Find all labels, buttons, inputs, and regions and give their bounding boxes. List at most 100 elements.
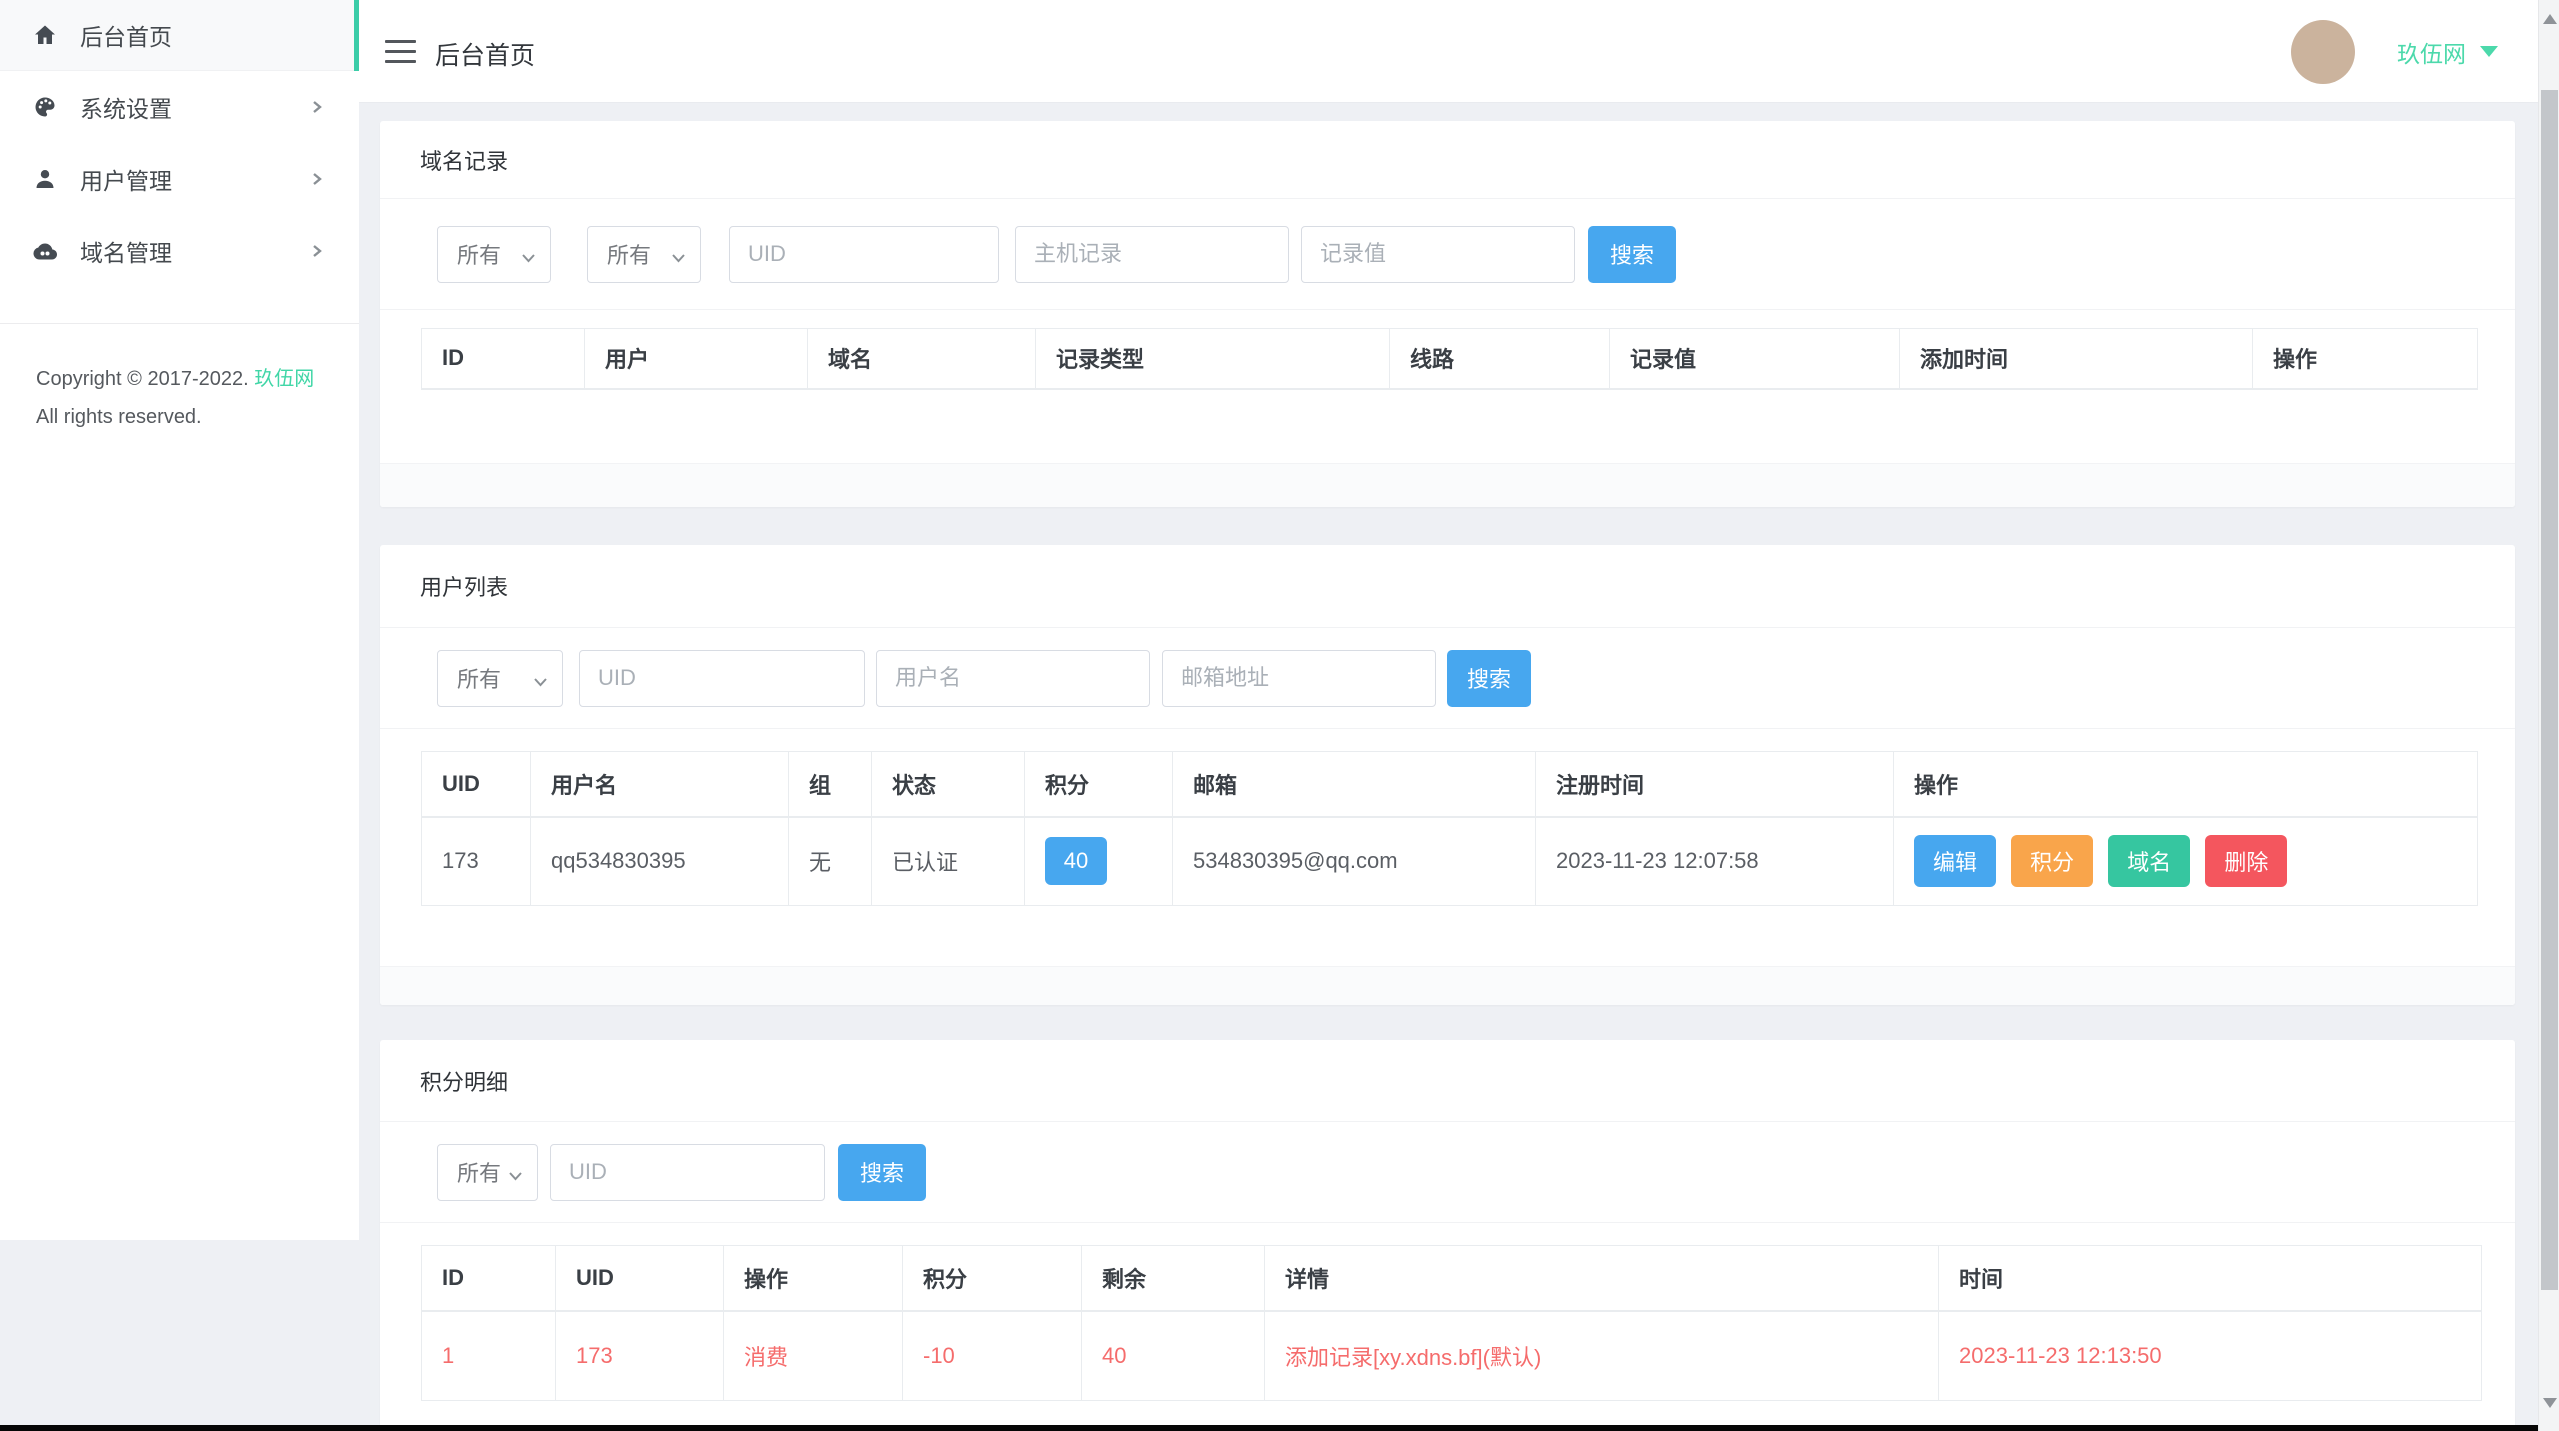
domain-type-select[interactable]: 所有 [437, 225, 551, 283]
uid-input[interactable] [729, 225, 999, 283]
copyright-line2: All rights reserved. [36, 406, 202, 428]
user-list-card: 用户列表 所有 搜索 UID 用户名 组 状态 积分 邮箱 [380, 545, 2515, 1005]
scrollbar-thumb[interactable] [2541, 90, 2558, 1290]
chevron-down-icon [533, 674, 548, 692]
uid-input[interactable] [579, 649, 865, 707]
email-cell: 534830395@qq.com [1172, 816, 1536, 906]
user-list-filter: 所有 搜索 [380, 628, 2515, 729]
host-record-input[interactable] [1015, 225, 1289, 283]
user-list-table: UID 用户名 组 状态 积分 邮箱 注册时间 操作 173 qq5348303… [380, 729, 2515, 906]
chevron-right-icon [310, 172, 324, 186]
sidebar-item-domain-management[interactable]: 域名管理 [0, 215, 359, 287]
card-footer [380, 463, 2515, 507]
sidebar-item-label: 用户管理 [80, 168, 172, 194]
search-button[interactable]: 搜索 [1588, 225, 1676, 283]
points-cell: 40 [1024, 816, 1173, 906]
column-header: 记录类型 [1035, 328, 1390, 390]
table-header-row: UID 用户名 组 状态 积分 邮箱 注册时间 操作 [421, 751, 2478, 818]
record-value-input[interactable] [1301, 225, 1575, 283]
column-header: 邮箱 [1172, 751, 1536, 818]
detail-cell: 添加记录[xy.xdns.bf](默认) [1264, 1310, 1939, 1401]
column-header: 线路 [1389, 328, 1610, 390]
table-header-row: ID 用户 域名 记录类型 线路 记录值 添加时间 操作 [421, 328, 2478, 390]
status-cell: 已认证 [871, 816, 1025, 906]
delete-button[interactable]: 删除 [2205, 835, 2288, 888]
chevron-down-icon [671, 250, 686, 268]
copyright-text: Copyright © 2017-2022. 玖伍网 All rights re… [36, 360, 336, 436]
column-header: 组 [788, 751, 872, 818]
chevron-right-icon [310, 100, 324, 114]
copyright-line1: Copyright © 2017-2022. 玖伍网 [36, 368, 315, 390]
id-cell: 1 [421, 1310, 556, 1401]
column-header: 积分 [1024, 751, 1173, 818]
username-cell: qq534830395 [530, 816, 789, 906]
actions-cell: 编辑 积分 域名 删除 [1893, 816, 2478, 906]
column-header: 详情 [1264, 1245, 1939, 1312]
points-badge[interactable]: 40 [1045, 837, 1107, 886]
domain-line-select[interactable]: 所有 [587, 225, 701, 283]
sidebar-divider [0, 323, 359, 324]
domain-records-filter: 所有 所有 搜索 [380, 199, 2515, 310]
table-row: 173 qq534830395 无 已认证 40 534830395@qq.co… [421, 816, 2478, 906]
table-row: 1 173 消费 -10 40 添加记录[xy.xdns.bf](默认) 202… [421, 1310, 2482, 1401]
email-input[interactable] [1162, 649, 1436, 707]
vertical-scrollbar[interactable] [2538, 0, 2559, 1431]
scroll-up-arrow-icon[interactable] [2543, 14, 2557, 24]
points-button[interactable]: 积分 [2011, 835, 2094, 888]
page-title: 后台首页 [435, 42, 536, 70]
column-header: 记录值 [1609, 328, 1900, 390]
scroll-down-arrow-icon[interactable] [2543, 1398, 2557, 1408]
sidebar-item-system-settings[interactable]: 系统设置 [0, 71, 359, 143]
edit-button[interactable]: 编辑 [1914, 835, 1996, 888]
column-header: ID [421, 1245, 556, 1312]
menu-toggle-icon[interactable] [385, 40, 416, 63]
home-icon [33, 23, 57, 47]
user-group-select[interactable]: 所有 [437, 649, 563, 707]
column-header: 添加时间 [1899, 328, 2253, 390]
brand-link[interactable]: 玖伍网 [254, 368, 314, 390]
card-title: 域名记录 [380, 121, 2515, 199]
column-header: 积分 [902, 1245, 1082, 1312]
domain-records-table: ID 用户 域名 记录类型 线路 记录值 添加时间 操作 [380, 310, 2515, 390]
user-menu[interactable]: 玖伍网 [2291, 0, 2498, 103]
points-type-select[interactable]: 所有 [437, 1143, 538, 1201]
column-header: 操作 [723, 1245, 903, 1312]
card-title: 积分明细 [380, 1040, 2515, 1122]
column-header: 时间 [1938, 1245, 2482, 1312]
uid-input[interactable] [550, 1143, 825, 1201]
caret-down-icon [2480, 46, 2498, 57]
column-header: 用户 [584, 328, 808, 390]
search-button[interactable]: 搜索 [1447, 649, 1531, 707]
sidebar-item-label: 系统设置 [80, 96, 172, 122]
uid-cell: 173 [555, 1310, 724, 1401]
top-header: 后台首页 玖伍网 [359, 0, 2538, 103]
sidebar-item-dashboard[interactable]: 后台首页 [0, 0, 359, 71]
avatar[interactable] [2291, 19, 2355, 84]
points-detail-filter: 所有 搜索 [380, 1122, 2515, 1223]
op-cell: 消费 [723, 1310, 903, 1401]
sidebar: 后台首页 系统设置 用户管理 域名管理 Copyright © 2017-202… [0, 0, 359, 1240]
column-header: 域名 [807, 328, 1036, 390]
remain-cell: 40 [1081, 1310, 1265, 1401]
uid-cell: 173 [421, 816, 531, 906]
chevron-down-icon [521, 250, 536, 268]
regtime-cell: 2023-11-23 12:07:58 [1535, 816, 1894, 906]
chevron-down-icon [508, 1168, 523, 1186]
username-input[interactable] [876, 649, 1150, 707]
group-cell: 无 [788, 816, 872, 906]
column-header: ID [421, 328, 585, 390]
domain-records-card: 域名记录 所有 所有 搜索 ID 用户 域名 记录类型 [380, 121, 2515, 507]
column-header: 剩余 [1081, 1245, 1265, 1312]
table-header-row: ID UID 操作 积分 剩余 详情 时间 [421, 1245, 2482, 1312]
sidebar-item-user-management[interactable]: 用户管理 [0, 143, 359, 215]
column-header: 操作 [1893, 751, 2478, 818]
cloud-icon [33, 239, 57, 263]
domain-button[interactable]: 域名 [2108, 835, 2191, 888]
sidebar-item-label: 域名管理 [80, 240, 172, 266]
chevron-right-icon [310, 244, 324, 258]
points-cell: -10 [902, 1310, 1082, 1401]
search-button[interactable]: 搜索 [838, 1143, 926, 1201]
points-detail-card: 积分明细 所有 搜索 ID UID 操作 积分 剩余 详情 时间 [380, 1040, 2515, 1431]
card-footer [380, 966, 2515, 1005]
column-header: 用户名 [530, 751, 789, 818]
